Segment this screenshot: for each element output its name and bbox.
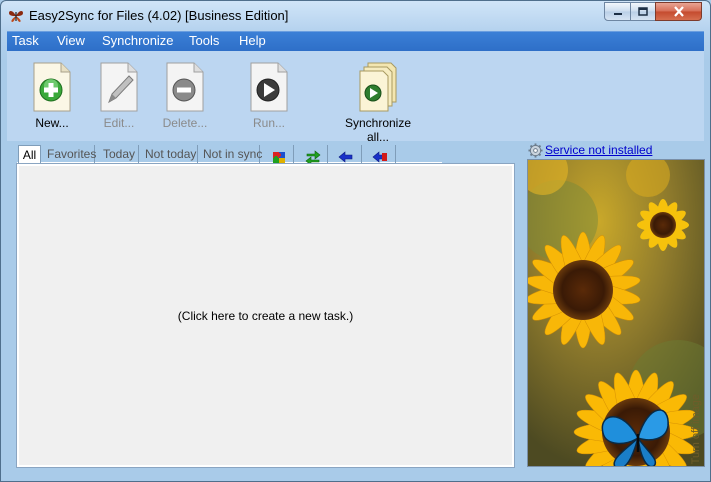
synchronize-all-label: Synchronize all... bbox=[344, 116, 412, 144]
delete-document-icon bbox=[166, 62, 204, 112]
puzzle-icon bbox=[273, 152, 285, 164]
filter-swap-button[interactable] bbox=[296, 145, 328, 165]
create-task-hint[interactable]: (Click here to create a new task.) bbox=[19, 309, 512, 323]
menu-bar: Task View Synchronize Tools Help bbox=[7, 31, 704, 51]
menu-view[interactable]: View bbox=[57, 33, 85, 48]
butterfly-app-icon bbox=[9, 11, 23, 22]
synchronize-all-button[interactable]: Synchronize all... bbox=[333, 59, 423, 144]
menu-help[interactable]: Help bbox=[239, 33, 266, 48]
service-status: Service not installed bbox=[527, 142, 707, 160]
arrow-left-red-icon bbox=[372, 151, 387, 163]
menu-tools[interactable]: Tools bbox=[189, 33, 219, 48]
menu-task[interactable]: Task bbox=[12, 33, 39, 48]
add-document-icon bbox=[33, 62, 71, 112]
filter-puzzle-button[interactable] bbox=[262, 145, 294, 164]
close-button[interactable] bbox=[655, 2, 702, 21]
maximize-icon bbox=[638, 7, 648, 16]
edit-document-icon bbox=[100, 62, 138, 112]
title-bar[interactable]: Easy2Sync for Files (4.02) [Business Edi… bbox=[1, 1, 710, 31]
sunflower-image bbox=[528, 160, 704, 466]
close-icon bbox=[673, 6, 684, 17]
synchronize-all-icon bbox=[359, 62, 397, 112]
arrow-left-icon bbox=[338, 151, 353, 163]
tab-favorites[interactable]: Favorites bbox=[43, 145, 96, 164]
toolbar: New... Edit... Delete... Run... Synchron… bbox=[7, 51, 704, 144]
task-list[interactable]: (Click here to create a new task.) bbox=[16, 163, 515, 468]
filter-left-button[interactable] bbox=[330, 145, 362, 164]
tab-all[interactable]: All bbox=[18, 145, 41, 164]
tab-today[interactable]: Today bbox=[99, 145, 139, 164]
tab-not-in-sync[interactable]: Not in sync bbox=[200, 145, 262, 164]
minimize-button[interactable] bbox=[604, 2, 631, 21]
app-window: Easy2Sync for Files (4.02) [Business Edi… bbox=[0, 0, 711, 482]
run-label: Run... bbox=[252, 116, 285, 130]
swap-arrows-icon bbox=[305, 150, 321, 165]
tab-not-today[interactable]: Not today bbox=[142, 145, 198, 164]
menu-synchronize[interactable]: Synchronize bbox=[102, 33, 174, 48]
run-document-icon bbox=[250, 62, 288, 112]
maximize-button[interactable] bbox=[630, 2, 656, 21]
filter-tab-bar: All Favorites Today Not today Not in syn… bbox=[17, 142, 442, 165]
delete-label: Delete... bbox=[162, 116, 208, 130]
window-title: Easy2Sync for Files (4.02) [Business Edi… bbox=[29, 8, 289, 23]
turn-off-image-link[interactable]: Turn off image bbox=[690, 394, 702, 464]
service-not-installed-link[interactable]: Service not installed bbox=[545, 143, 652, 157]
sunflowers-butterfly-photo: Turn off image bbox=[527, 159, 705, 467]
run-task-button[interactable]: Run... bbox=[224, 59, 314, 135]
minimize-icon bbox=[613, 12, 622, 15]
filter-left-red-button[interactable] bbox=[364, 145, 396, 164]
delete-task-button[interactable]: Delete... bbox=[140, 59, 230, 135]
gear-icon bbox=[528, 143, 543, 158]
